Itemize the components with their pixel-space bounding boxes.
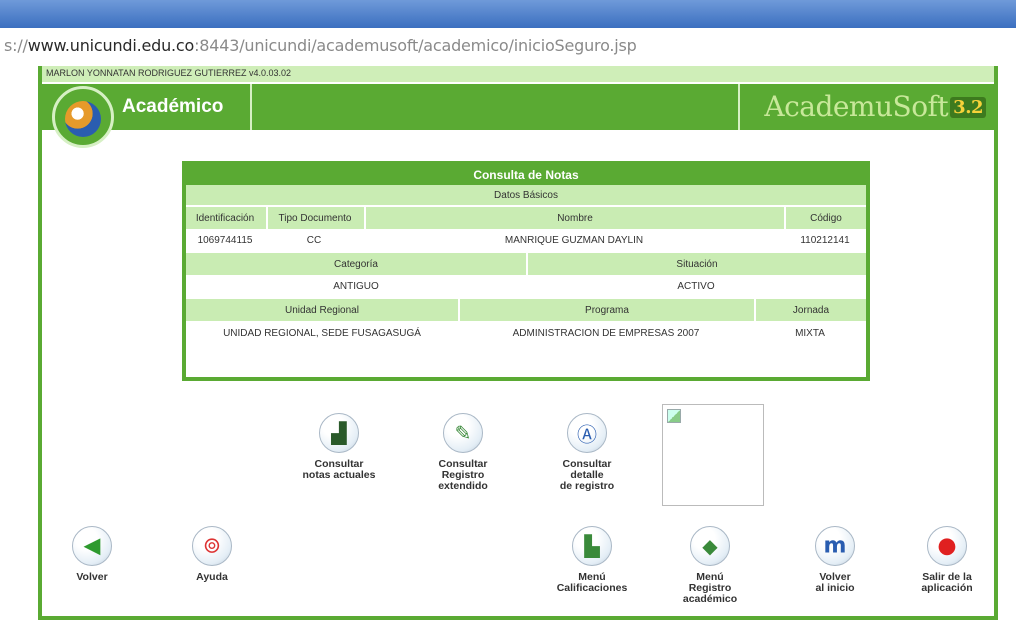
menu-registro-academico-button[interactable]: ◆ Menú Registro académico [660, 526, 760, 605]
notes-chart-icon: ▟ [319, 413, 359, 453]
cell-programa: ADMINISTRACION DE EMPRESAS 2007 [512, 327, 700, 339]
table-row: ANTIGUO ACTIVO [186, 275, 866, 297]
ayuda-button[interactable]: ⊚ Ayuda [172, 526, 252, 583]
menu-calificaciones-button[interactable]: ▙ Menú Calificaciones [542, 526, 642, 594]
brand-name: AcademuSoft [764, 90, 949, 123]
table-row: 1069744115 CC MANRIQUE GUZMAN DAYLIN 110… [186, 229, 866, 251]
header-divider [738, 84, 740, 130]
user-info-bar: MARLON YONNATAN RODRIGUEZ GUTIERREZ v4.0… [42, 66, 994, 82]
address-bar[interactable]: s://www.unicundi.edu.co:8443/unicundi/ac… [0, 28, 1016, 62]
action-label: aplicación [921, 582, 973, 594]
table-header-row: Identificación Tipo Documento Nombre Cód… [186, 207, 866, 229]
col-codigo: Código [784, 207, 866, 229]
home-building-icon: m [815, 526, 855, 566]
table-header-row: Unidad Regional Programa Jornada [186, 299, 866, 321]
academic-record-icon: ◆ [690, 526, 730, 566]
volver-al-inicio-button[interactable]: m Volver al inicio [790, 526, 880, 594]
cell-codigo: 110212141 [800, 234, 850, 246]
browser-title-bar [0, 0, 1016, 28]
brand-version: 3.2 [950, 97, 986, 118]
url-prefix: s:// [4, 36, 28, 55]
action-label: al inicio [815, 582, 855, 594]
col-programa: Programa [458, 299, 754, 321]
module-title: Académico [122, 96, 224, 117]
salir-aplicacion-button[interactable]: ● Salir de la aplicación [902, 526, 992, 594]
action-label: de registro [559, 480, 615, 492]
lifebuoy-icon: ⊚ [192, 526, 232, 566]
cell-nombre: MANRIQUE GUZMAN DAYLIN [504, 234, 644, 246]
consulta-notas-panel: Consulta de Notas Datos Básicos Identifi… [182, 161, 870, 381]
action-label: extendido [438, 480, 488, 492]
module-emblem-icon [65, 101, 101, 137]
col-unidad-regional: Unidad Regional [285, 304, 359, 316]
brand-logo: AcademuSoft 3.2 [764, 90, 986, 123]
header-divider [250, 84, 252, 130]
broken-image-placeholder [662, 404, 764, 506]
cell-jornada: MIXTA [795, 327, 825, 339]
col-categoria: Categoría [334, 258, 378, 270]
section-header-basic: Datos Básicos [186, 185, 866, 205]
cell-identificacion: 1069744115 [197, 234, 253, 246]
action-label: Ayuda [196, 571, 228, 583]
broken-image-icon [667, 409, 681, 423]
cell-categoria: ANTIGUO [333, 280, 379, 292]
url-path: :8443/unicundi/academusoft/academico/ini… [194, 36, 637, 55]
grades-book-icon: ▙ [572, 526, 612, 566]
volver-button[interactable]: ◀ Volver [52, 526, 132, 583]
module-header: Académico AcademuSoft 3.2 [42, 84, 994, 130]
user-line: MARLON YONNATAN RODRIGUEZ GUTIERREZ v4.0… [46, 68, 292, 78]
app-frame: MARLON YONNATAN RODRIGUEZ GUTIERREZ v4.0… [38, 66, 998, 620]
col-tipo-documento: Tipo Documento [266, 207, 362, 229]
action-label: Calificaciones [556, 582, 628, 594]
col-identificacion: Identificación [195, 212, 255, 224]
col-jornada: Jornada [754, 299, 866, 321]
cell-tipo-documento: CC [306, 234, 322, 246]
consultar-detalle-registro-button[interactable]: Ⓐ Consultar detalle de registro [532, 413, 642, 492]
panel-title: Consulta de Notas [186, 165, 866, 185]
consultar-notas-actuales-button[interactable]: ▟ Consultar notas actuales [284, 413, 394, 481]
detail-clock-icon: Ⓐ [567, 413, 607, 453]
col-nombre: Nombre [364, 207, 784, 229]
record-book-icon: ✎ [443, 413, 483, 453]
table-row: UNIDAD REGIONAL, SEDE FUSAGASUGÁ ADMINIS… [186, 321, 866, 345]
action-label: Volver [76, 571, 108, 583]
url-host: www.unicundi.edu.co [27, 36, 195, 55]
url-text[interactable]: s://www.unicundi.edu.co:8443/unicundi/ac… [4, 36, 637, 55]
cell-situacion: ACTIVO [677, 280, 715, 292]
action-label: académico [682, 593, 738, 605]
section-label: Datos Básicos [494, 189, 558, 201]
table-header-row: Categoría Situación [186, 253, 866, 275]
action-label: notas actuales [302, 469, 376, 481]
consultar-registro-extendido-button[interactable]: ✎ Consultar Registro extendido [408, 413, 518, 492]
col-situacion: Situación [526, 253, 866, 275]
back-arrow-icon: ◀ [72, 526, 112, 566]
exit-power-icon: ● [927, 526, 967, 566]
module-logo [52, 86, 114, 148]
cell-unidad-regional: UNIDAD REGIONAL, SEDE FUSAGASUGÁ [223, 327, 421, 339]
